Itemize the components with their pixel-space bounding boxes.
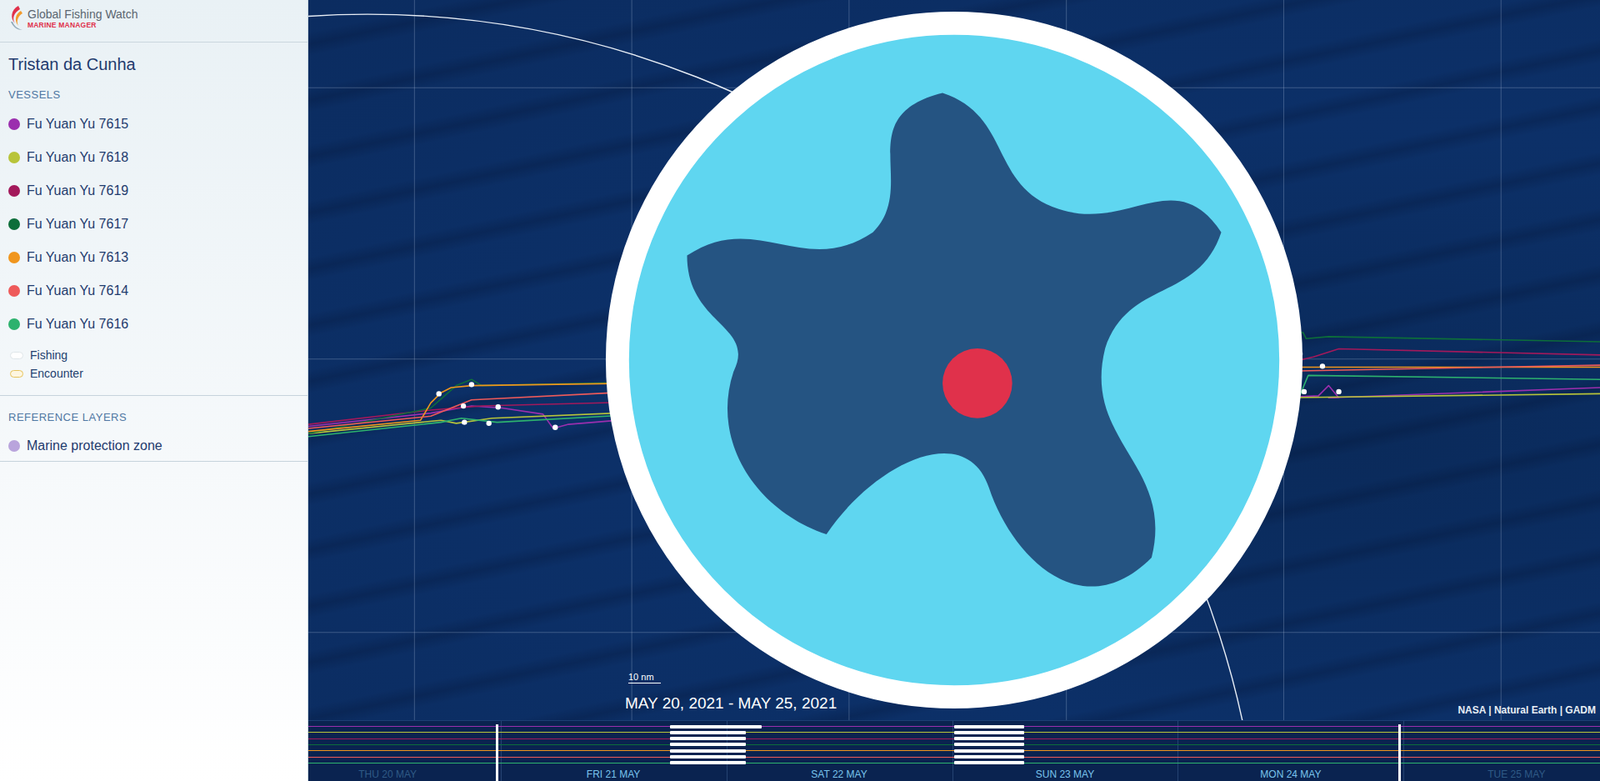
fishing-activity-bar [954,749,1025,753]
layer-color-dot [8,440,20,452]
day-label: TUE 25 MAY [1403,768,1600,780]
fishing-activity-bar [954,742,1025,746]
layer-name: Marine protection zone [26,435,163,456]
vessel-item[interactable]: Fu Yuan Yu 7614 [0,274,308,308]
fishing-event[interactable] [486,420,492,426]
scale-bar: 10 nm [628,671,661,684]
vessel-color-dot [8,318,20,330]
vessel-color-dot [8,218,20,230]
layer-item[interactable]: Marine protection zone [0,430,308,461]
vessel-color-dot [8,251,20,264]
legend-item: Encounter [0,364,308,383]
vessel-item[interactable]: Fu Yuan Yu 7617 [0,207,308,241]
vessel-name: Fu Yuan Yu 7618 [26,147,129,168]
fishing-activity-bar [954,760,1025,765]
divider [0,460,308,462]
fishing-event[interactable] [460,403,466,409]
vessel-color-dot [8,151,20,164]
vessel-name: Fu Yuan Yu 7617 [26,214,129,235]
legend: FishingEncounter [0,345,308,383]
day-label: MON 24 MAY [1177,768,1404,780]
globe-icon[interactable] [308,0,1600,720]
fishing-activity-bar [954,725,1025,729]
vessel-list: Fu Yuan Yu 7615 Fu Yuan Yu 7618 Fu Yuan Yu… [0,107,308,341]
legend-label: Fishing [30,346,68,365]
main-area: 10 nm MAY 20, 2021 - MAY 25, 2021 NASA |… [308,0,1600,781]
grid-line [1500,0,1502,720]
fishing-event[interactable] [1335,389,1341,395]
vessel-color-dot [8,118,20,130]
map[interactable]: 10 nm MAY 20, 2021 - MAY 25, 2021 NASA |… [308,0,1600,720]
logo-icon [7,5,25,32]
range-end-handle[interactable] [1398,724,1401,781]
logo-title: Global Fishing Watch [27,8,139,21]
vessel-color-dot [8,285,20,297]
divider [0,395,308,396]
day-label: SUN 23 MAY [952,768,1179,780]
vessel-item[interactable]: Fu Yuan Yu 7618 [0,140,308,175]
vessel-name: Fu Yuan Yu 7619 [26,180,129,201]
layer-list: Marine protection zone [0,430,308,461]
area-title: Tristan da Cunha [8,53,308,75]
vessel-item[interactable]: Fu Yuan Yu 7615 [0,107,308,141]
vessel-item[interactable]: Fu Yuan Yu 7613 [0,240,308,275]
vessel-color-dot [8,185,20,197]
fishing-event[interactable] [495,404,501,410]
attribution: NASA | Natural Earth | GADM [1457,704,1596,716]
day-label: FRI 21 MAY [500,768,727,780]
app-logo[interactable]: Global Fishing Watch MARINE MANAGER [0,0,308,43]
fishing-activity-bar [670,736,746,740]
section-label: VESSELS [8,88,308,102]
sidebar: Global Fishing Watch MARINE MANAGER Tris… [0,0,309,781]
fishing-event[interactable] [461,419,467,425]
fishing-activity-bar [670,755,746,759]
fishing-activity-bar [954,730,1025,735]
fishing-event[interactable] [552,425,558,430]
day-label: SAT 22 MAY [726,768,953,780]
date-range: MAY 20, 2021 - MAY 25, 2021 [625,693,837,714]
fishing-event[interactable] [1320,363,1325,369]
vessel-name: Fu Yuan Yu 7615 [26,114,129,135]
vessel-name: Fu Yuan Yu 7613 [26,247,129,268]
fishing-event[interactable] [436,390,442,396]
fishing-activity-bar [670,742,746,746]
logo-subtitle: MARINE MANAGER [27,20,139,30]
fishing-event[interactable] [469,381,475,387]
encounter-icon [10,370,24,378]
fishing-activity-bar [670,760,746,765]
timeline[interactable]: THU 20 MAYFRI 21 MAYSAT 22 MAYSUN 23 MAY… [308,720,1600,781]
grid-line [414,0,415,720]
fishing-activity-bar [670,730,746,735]
range-start-handle[interactable] [495,724,499,781]
section-label: REFERENCE LAYERS [8,410,308,425]
fishing-activity-bar [954,755,1025,759]
vessel-item[interactable]: Fu Yuan Yu 7616 [0,307,308,341]
vessel-name: Fu Yuan Yu 7614 [26,280,129,301]
fishing-activity-bar [670,725,762,729]
day-label: THU 20 MAY [308,768,501,780]
fishing-activity-bar [954,736,1025,740]
fishing-event[interactable] [1301,389,1307,395]
legend-label: Encounter [30,365,84,383]
vessel-item[interactable]: Fu Yuan Yu 7619 [0,174,308,208]
legend-item: Fishing [0,345,308,365]
fishing-activity-bar [670,749,746,753]
fishing-icon [10,351,24,360]
vessel-name: Fu Yuan Yu 7616 [26,314,129,335]
